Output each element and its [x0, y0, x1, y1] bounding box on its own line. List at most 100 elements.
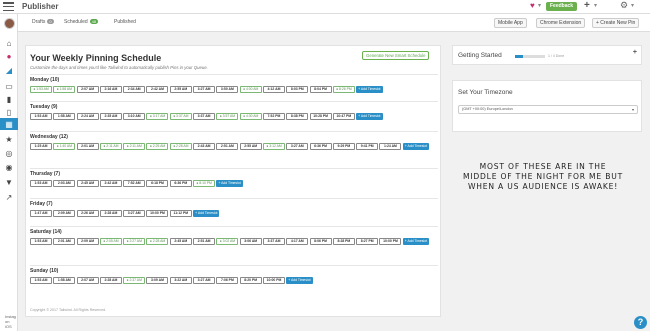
timeslot[interactable]: 11:12 PM [169, 210, 192, 217]
timezone-select[interactable]: (GMT +00:00) Europe/London ▾ [458, 105, 638, 114]
timeslot[interactable]: 4:12 AM [262, 86, 285, 93]
generate-smart-schedule-button[interactable]: Generate New Smart Schedule [362, 51, 430, 60]
timeslot[interactable]: 3:37 AM [193, 113, 216, 120]
timeslot[interactable]: 1:53 AM [30, 113, 52, 120]
timeslot[interactable]: 3:27 AM [123, 210, 146, 217]
expand-plus-icon[interactable]: + [633, 49, 637, 56]
add-timeslot-button[interactable]: + Add Timeslot [193, 210, 220, 217]
menu-icon[interactable] [3, 2, 14, 11]
timeslot[interactable]: 2:42 AM [99, 180, 122, 187]
timeslot[interactable]: 2:01 AM [76, 143, 99, 150]
timeslot[interactable]: 2:45 AM [76, 180, 99, 187]
add-timeslot-button[interactable]: + Add Timeslot [402, 238, 430, 245]
chrome-extension-button[interactable]: Chrome Extension [536, 18, 586, 28]
timeslot[interactable]: ● 3:12 AM [262, 143, 285, 150]
timeslot[interactable]: 3:50 AM [216, 86, 239, 93]
timeslot[interactable]: 8:20 PM [239, 277, 262, 284]
tab-published[interactable]: Published [114, 19, 136, 25]
star-icon[interactable]: ★ [0, 133, 18, 145]
timeslot[interactable]: 7:06 PM [216, 277, 239, 284]
gear-icon[interactable]: ⚙ [620, 0, 628, 11]
timeslot[interactable]: 3:37 AM [262, 238, 285, 245]
timeslot[interactable]: 2:03 AM [53, 180, 76, 187]
trend-icon[interactable]: ↗ [0, 191, 18, 203]
timeslot[interactable]: ● 2:28 AM [146, 238, 169, 245]
timeslot[interactable]: 3:27 AM [193, 86, 216, 93]
pinterest-circle-icon[interactable]: ◉ [0, 161, 18, 173]
chevron-down-icon[interactable]: ▾ [538, 2, 541, 9]
timeslot[interactable]: 3:22 AM [169, 277, 192, 284]
chevron-down-icon[interactable]: ▾ [594, 2, 597, 9]
timeslot[interactable]: ● 1:53 AM [30, 86, 52, 93]
timeslot[interactable]: ● 1:40 AM [53, 143, 76, 150]
timeslot[interactable]: 2:26 AM [76, 210, 99, 217]
timeslot[interactable]: 2:43 AM [193, 143, 216, 150]
timeslot[interactable]: 10:47 PM [332, 113, 355, 120]
timeslot[interactable]: 8:03 PM [286, 86, 309, 93]
timeslot[interactable]: 9:41 PM [356, 143, 379, 150]
timeslot[interactable]: ● 4:00 AM [239, 86, 262, 93]
timeslot[interactable]: 9:29 PM [332, 143, 355, 150]
add-timeslot-button[interactable]: + Add Timeslot [286, 277, 313, 284]
timeslot[interactable]: 1:58 AM [53, 113, 76, 120]
instagram-icon[interactable]: ◎ [0, 147, 18, 159]
chevron-down-icon[interactable]: ▾ [631, 2, 634, 9]
timeslot[interactable]: 1:53 AM [30, 238, 52, 245]
timeslot[interactable]: ● 3:17 AM [146, 113, 169, 120]
timeslot[interactable]: 2:34 AM [123, 86, 146, 93]
help-button[interactable]: ? [634, 316, 647, 329]
timeslot[interactable]: 2:07 AM [76, 277, 99, 284]
timeslot[interactable]: 2:28 AM [99, 277, 122, 284]
timeslot[interactable]: 3:27 AM [286, 143, 309, 150]
timeslot[interactable]: 2:51 AM [216, 143, 239, 150]
timeslot[interactable]: ● 8:10 PM [193, 180, 216, 187]
timeslot[interactable]: 8:27 PM [356, 238, 379, 245]
tab-drafts[interactable]: Drafts 0 [32, 19, 54, 25]
timeslot[interactable]: 2:35 AM [99, 113, 122, 120]
timeslot[interactable]: 10:00 PM [146, 210, 169, 217]
timeslot[interactable]: 7:52 PM [262, 113, 285, 120]
create-new-pin-button[interactable]: + Create New Pin [592, 18, 640, 28]
chart-icon[interactable]: ▮ [0, 93, 18, 105]
calendar-icon[interactable]: ▦ [0, 118, 18, 130]
add-timeslot-button[interactable]: + Add Timeslot [356, 86, 383, 93]
timeslot[interactable]: 3:10 AM [123, 113, 146, 120]
timeslot[interactable]: 2:42 AM [146, 86, 169, 93]
megaphone-icon[interactable]: ◢ [0, 64, 18, 76]
timeslot[interactable]: 7:52 AM [123, 180, 146, 187]
timeslot[interactable]: 3:06 AM [239, 238, 262, 245]
timeslot[interactable]: ● 8:26 PM [332, 86, 355, 93]
timeslot[interactable]: 2:01 AM [53, 238, 76, 245]
timeslot[interactable]: 1:47 AM [30, 210, 52, 217]
timeslot[interactable]: 2:09 AM [76, 238, 99, 245]
add-timeslot-button[interactable]: + Add Timeslot [402, 143, 430, 150]
timeslot[interactable]: 8:06 PM [309, 238, 332, 245]
timeslot[interactable]: 2:24 AM [76, 113, 99, 120]
timeslot[interactable]: ● 3:57 AM [216, 113, 239, 120]
timeslot[interactable]: 8:38 PM [286, 113, 309, 120]
timeslot[interactable]: 2:07 AM [76, 86, 99, 93]
home-icon[interactable]: ⌂ [0, 37, 18, 49]
timeslot[interactable]: 6:18 PM [146, 180, 169, 187]
timeslot[interactable]: 2:28 AM [99, 210, 122, 217]
add-timeslot-button[interactable]: + Add Timeslot [356, 113, 383, 120]
copy-icon[interactable]: ▯ [0, 106, 18, 118]
tab-scheduled[interactable]: Scheduled 48 [64, 19, 99, 25]
timeslot[interactable]: 2:55 AM [239, 143, 262, 150]
timeslot[interactable]: 2:51 AM [193, 238, 216, 245]
timeslot[interactable]: 1:24 AM [379, 143, 402, 150]
timeslot[interactable]: ● 2:37 AM [123, 277, 146, 284]
feedback-button[interactable]: Feedback [546, 2, 578, 11]
timeslot[interactable]: ● 2:05 AM [99, 238, 122, 245]
timeslot[interactable]: 6:36 PM [309, 143, 332, 150]
timeslot[interactable]: 8:28 PM [332, 238, 355, 245]
timeslot[interactable]: 1:58 AM [53, 277, 76, 284]
timeslot[interactable]: 2:45 AM [169, 238, 192, 245]
timeslot[interactable]: 2:09 AM [53, 210, 76, 217]
timeslot[interactable]: 2:55 AM [169, 86, 192, 93]
timeslot[interactable]: 3:27 AM [193, 277, 216, 284]
timeslot[interactable]: ● 1:58 AM [53, 86, 76, 93]
mobile-app-button[interactable]: Mobile App [494, 18, 527, 28]
timeslot[interactable]: 10:28 PM [309, 113, 332, 120]
timeslot[interactable]: ● 2:25 AM [146, 143, 169, 150]
